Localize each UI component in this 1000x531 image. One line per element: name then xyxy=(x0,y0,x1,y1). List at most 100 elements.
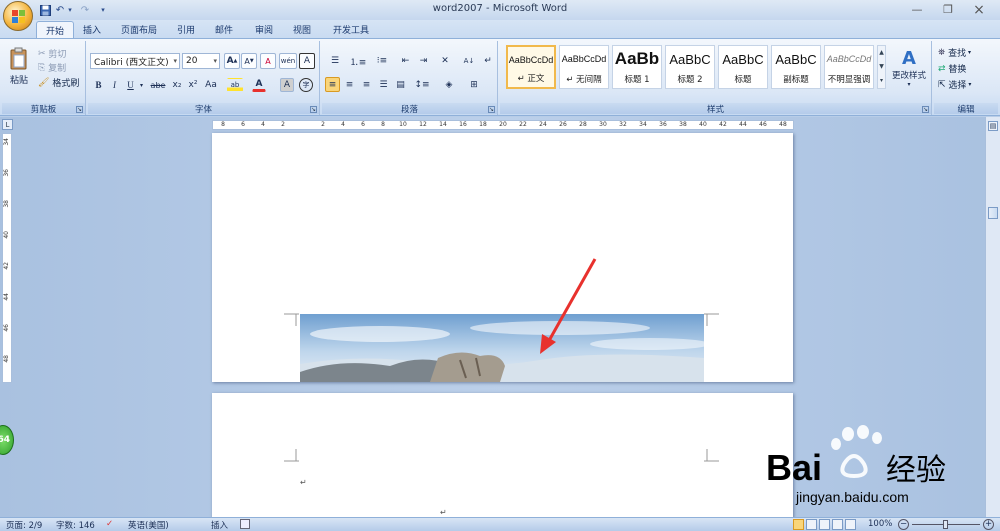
ruler-tick-label: 18 xyxy=(479,121,487,128)
binoculars-icon: ⛯ xyxy=(938,47,946,58)
style-title[interactable]: AaBbC 标题 xyxy=(718,45,768,89)
restore-button[interactable]: ❐ xyxy=(937,2,959,17)
zoom-slider-thumb[interactable] xyxy=(943,520,948,529)
draft-icon[interactable] xyxy=(845,519,856,530)
sort-button[interactable]: A↓ xyxy=(460,53,478,69)
tab-mailings[interactable]: 邮件 xyxy=(206,21,242,38)
select-button[interactable]: ⇱ 选择 ▾ xyxy=(938,78,971,92)
char-shading-button[interactable]: A xyxy=(280,78,294,92)
change-styles-button[interactable]: A 更改样式 ▾ xyxy=(889,43,929,93)
change-case-button[interactable]: Aa xyxy=(202,78,220,92)
chinese-layout-icon: ✕ xyxy=(441,56,449,66)
tab-view[interactable]: 视图 xyxy=(284,21,320,38)
show-marks-button[interactable]: ↵ xyxy=(481,53,495,69)
zoom-in-icon[interactable]: + xyxy=(983,519,994,530)
styles-launcher-icon[interactable]: ↘ xyxy=(922,106,929,113)
justify-button[interactable]: ☰ xyxy=(376,77,391,92)
grow-font-button[interactable]: A ▲ xyxy=(224,53,240,69)
zoom-level[interactable]: 100% xyxy=(868,519,892,529)
font-size-combo[interactable]: 20 ▾ xyxy=(182,53,220,69)
clipboard-launcher-icon[interactable]: ↘ xyxy=(76,106,83,113)
ruler-tick-label: 48 xyxy=(779,121,787,128)
highlight-button[interactable]: ab xyxy=(227,78,243,92)
multilevel-list-button[interactable]: ⁝≡ xyxy=(372,53,392,69)
bullets-button[interactable]: ☰ xyxy=(325,53,345,69)
vertical-ruler[interactable]: 34 36 38 40 42 44 46 48 xyxy=(2,133,12,383)
language-indicator[interactable]: 英语(美国) xyxy=(128,519,169,531)
minimize-button[interactable]: — xyxy=(906,2,928,17)
zoom-out-icon[interactable]: − xyxy=(898,519,909,530)
paragraph-mark: ↵ xyxy=(440,508,447,517)
font-name-combo[interactable]: Calibri (西文正文) ▾ xyxy=(90,53,180,69)
decrease-indent-button[interactable]: ⇤ xyxy=(398,53,413,69)
close-button[interactable]: × xyxy=(968,2,990,18)
print-layout-icon[interactable] xyxy=(793,519,804,530)
font-color-button[interactable]: A xyxy=(252,78,266,92)
increase-indent-button[interactable]: ⇥ xyxy=(416,53,431,69)
ruler-tick-label: 20 xyxy=(499,121,507,128)
underline-dropdown-icon[interactable]: ▾ xyxy=(138,78,145,92)
outline-icon[interactable] xyxy=(832,519,843,530)
clear-format-button[interactable]: A xyxy=(260,53,276,69)
char-border-button[interactable]: A xyxy=(299,53,315,69)
chinese-layout-button[interactable]: ✕ xyxy=(435,53,455,69)
bold-button[interactable]: B xyxy=(92,78,105,92)
paragraph-launcher-icon[interactable]: ↘ xyxy=(488,106,495,113)
align-right-button[interactable]: ≡ xyxy=(359,77,374,92)
web-layout-icon[interactable] xyxy=(819,519,830,530)
proofing-icon[interactable]: ✓ xyxy=(106,519,113,529)
tab-developer[interactable]: 开发工具 xyxy=(324,21,378,38)
format-painter-button[interactable]: 🖌 格式刷 xyxy=(38,76,79,90)
tab-home[interactable]: 开始 xyxy=(36,21,75,38)
page-indicator[interactable]: 页面: 2/9 xyxy=(6,519,42,531)
ruler-toggle-icon[interactable]: ▤ xyxy=(988,121,998,131)
line-spacing-button[interactable]: ↕≡ xyxy=(412,77,432,92)
enclose-char-button[interactable]: 字 xyxy=(299,78,313,92)
replace-button[interactable]: ⇄ 替换 xyxy=(938,62,966,76)
insert-mode-indicator[interactable]: 插入 xyxy=(211,519,228,531)
paste-button[interactable]: 粘贴 xyxy=(5,43,33,89)
distributed-button[interactable]: ▤ xyxy=(393,77,408,92)
distributed-icon: ▤ xyxy=(396,79,405,90)
numbering-button[interactable]: ⒈≡ xyxy=(348,53,368,69)
ruler-tick-label: 22 xyxy=(519,121,527,128)
word-count[interactable]: 字数: 146 xyxy=(56,519,95,531)
ruler-tick-label: 40 xyxy=(3,231,10,239)
full-screen-icon[interactable] xyxy=(806,519,817,530)
style-no-spacing[interactable]: AaBbCcDd ↵ 无间隔 xyxy=(559,45,609,89)
office-button[interactable] xyxy=(3,1,33,31)
header-banner-image[interactable] xyxy=(300,314,704,382)
tab-insert[interactable]: 插入 xyxy=(74,21,110,38)
tab-review[interactable]: 审阅 xyxy=(246,21,282,38)
zoom-slider[interactable] xyxy=(912,520,980,529)
style-heading-1[interactable]: AaBb 标题 1 xyxy=(612,45,662,89)
style-normal[interactable]: AaBbCcDd ↵ 正文 xyxy=(506,45,556,89)
style-subtle-emphasis[interactable]: AaBbCcDd 不明显强调 xyxy=(824,45,874,89)
horizontal-ruler[interactable]: 8 6 4 2 2 4 6 8 10 12 14 16 18 20 22 24 26 28 30 32 34 36 38 40… xyxy=(212,120,794,130)
superscript-button[interactable]: x² xyxy=(186,78,200,92)
tab-references[interactable]: 引用 xyxy=(168,21,204,38)
borders-button[interactable]: ⊞ xyxy=(463,77,485,92)
align-left-button[interactable]: ≡ xyxy=(325,77,340,92)
replace-icon: ⇄ xyxy=(938,63,946,74)
tab-page-layout[interactable]: 页面布局 xyxy=(112,21,166,38)
shrink-font-button[interactable]: A ▼ xyxy=(241,53,257,69)
find-button[interactable]: ⛯ 查找 ▾ xyxy=(938,46,971,60)
phonetic-guide-button[interactable]: wén xyxy=(279,53,297,69)
shading-button[interactable]: ◈ xyxy=(439,77,459,92)
align-center-button[interactable]: ≡ xyxy=(342,77,357,92)
style-heading-2[interactable]: AaBbC 标题 2 xyxy=(665,45,715,89)
cut-button[interactable]: ✂ 剪切 xyxy=(38,47,66,61)
style-subtitle[interactable]: AaBbC 副标题 xyxy=(771,45,821,89)
subscript-button[interactable]: x₂ xyxy=(170,78,184,92)
font-launcher-icon[interactable]: ↘ xyxy=(310,106,317,113)
tab-selector-button[interactable]: L xyxy=(2,119,13,130)
copy-button[interactable]: ⎘ 复制 xyxy=(38,61,66,75)
underline-button[interactable]: U xyxy=(124,78,137,92)
italic-button[interactable]: I xyxy=(108,78,121,92)
styles-scroll[interactable]: ▲ ▼ ▾ xyxy=(877,45,886,89)
scroll-thumb[interactable] xyxy=(988,207,998,219)
ruler-tick-label: 24 xyxy=(539,121,547,128)
macro-record-icon[interactable] xyxy=(240,519,250,529)
strikethrough-button[interactable]: abe xyxy=(148,78,168,92)
